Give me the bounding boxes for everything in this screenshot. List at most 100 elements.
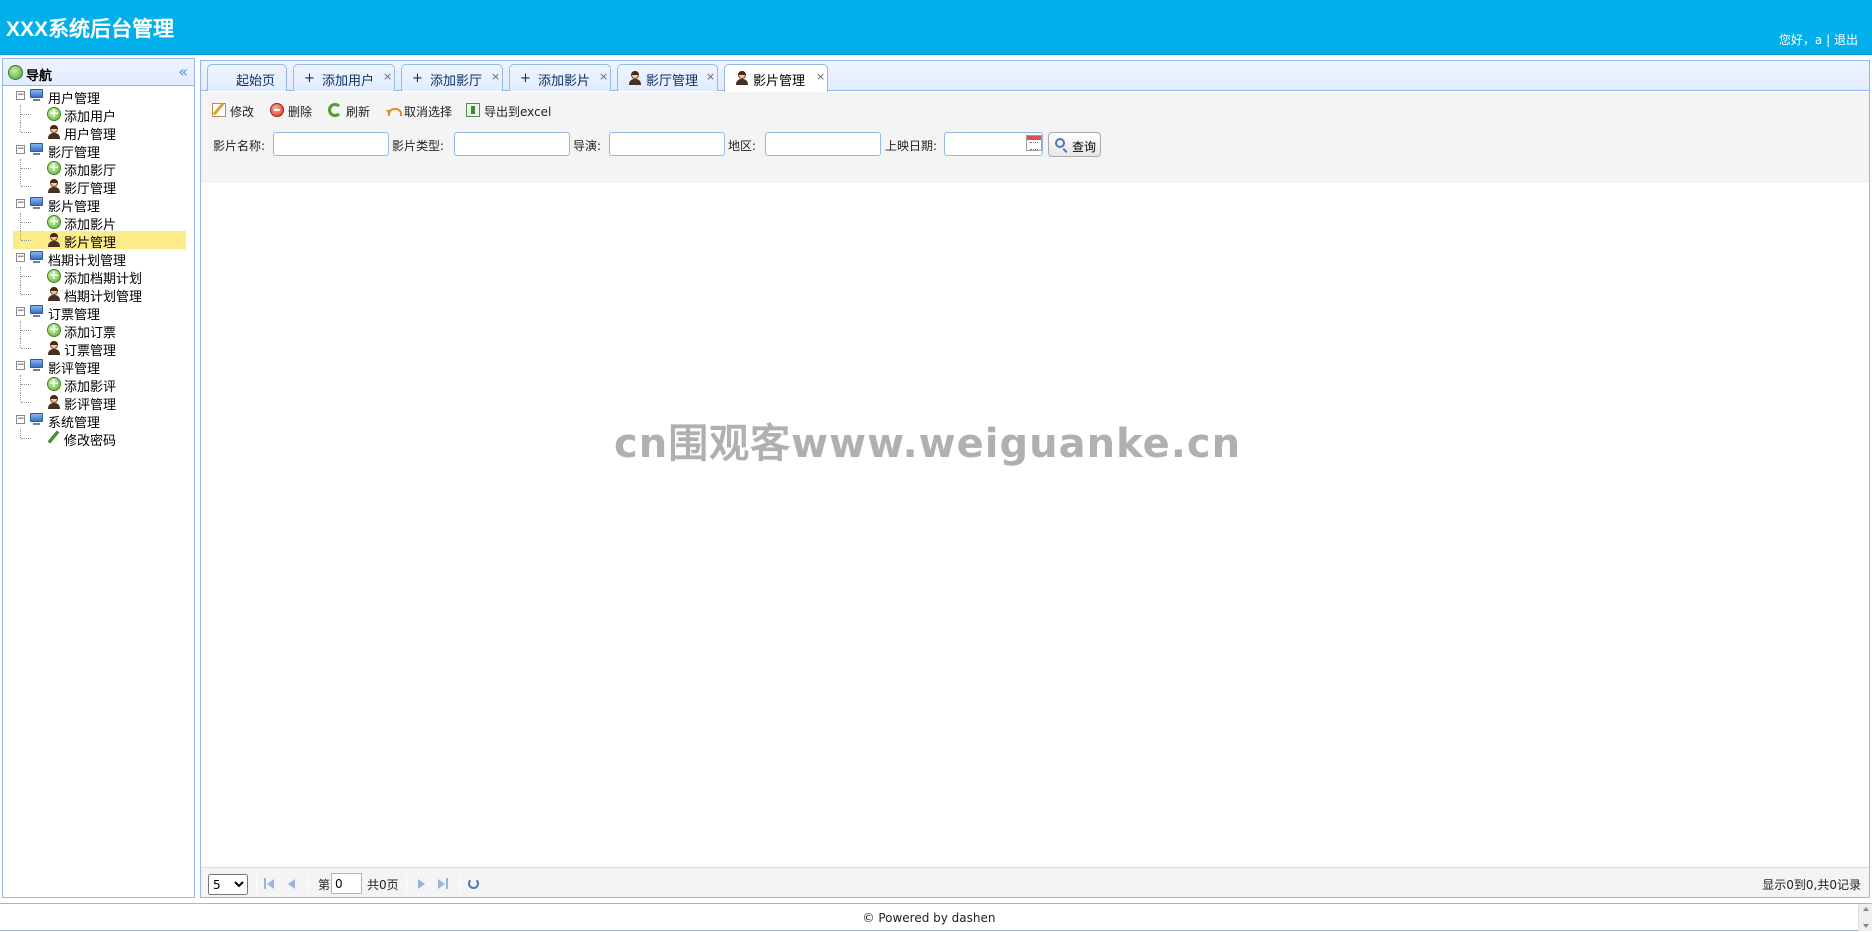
first-page-button[interactable] <box>264 878 274 890</box>
collapse-toggle-icon[interactable]: − <box>16 415 25 424</box>
movie-name-input[interactable] <box>273 132 389 156</box>
refresh-button-label: 刷新 <box>346 105 371 119</box>
user-icon <box>47 125 61 139</box>
scroll-down-icon[interactable] <box>1863 924 1869 928</box>
tree-group[interactable]: − 档期计划管理 <box>3 249 194 269</box>
user-info: 您好，a | 退出 <box>1779 31 1858 48</box>
tree-line <box>21 240 31 241</box>
tree-item[interactable]: 影评管理 <box>3 393 194 413</box>
footer: © Powered by dashen <box>0 903 1872 931</box>
tab-item[interactable]: 影片管理 × <box>724 64 828 92</box>
add-icon: + <box>47 214 61 229</box>
movie-type-input[interactable] <box>454 132 570 156</box>
prev-page-button[interactable] <box>287 878 297 890</box>
logout-link[interactable]: 退出 <box>1834 33 1858 47</box>
scroll-up-icon[interactable] <box>1863 907 1869 911</box>
tree-line <box>20 231 21 240</box>
tab-label: 影厅管理 <box>646 74 699 89</box>
delete-button-label: 删除 <box>288 105 313 119</box>
tab-label: 起始页 <box>236 74 276 89</box>
collapse-toggle-icon[interactable]: − <box>16 253 25 262</box>
tree-group[interactable]: − 影片管理 <box>3 195 194 215</box>
tab-close-icon[interactable]: × <box>706 70 715 83</box>
add-icon: + <box>47 268 61 283</box>
pagination-bar: 5 第 共0页 显示0到0,共0记录 <box>201 867 1869 897</box>
next-page-button[interactable] <box>416 878 426 890</box>
tree-item[interactable]: + 添加影片 <box>3 213 194 233</box>
tree-item[interactable]: 用户管理 <box>3 123 194 143</box>
tree-item[interactable]: 档期计划管理 <box>3 285 194 305</box>
tree-line <box>20 177 21 186</box>
add-icon: + <box>47 160 61 175</box>
tree-group[interactable]: − 影厅管理 <box>3 141 194 161</box>
user-icon <box>47 341 61 355</box>
deselect-button-label: 取消选择 <box>404 105 453 119</box>
tree-line <box>21 438 31 439</box>
tree-item[interactable]: 订票管理 <box>3 339 194 359</box>
tree-line <box>20 339 21 348</box>
tree-line <box>20 429 21 438</box>
tree-item[interactable]: 修改密码 <box>3 429 194 449</box>
collapse-toggle-icon[interactable]: − <box>16 145 25 154</box>
query-button[interactable]: 查询 <box>1048 132 1101 157</box>
folder-icon <box>29 413 44 426</box>
tree-item[interactable]: 影厅管理 <box>3 177 194 197</box>
folder-icon <box>29 305 44 318</box>
folder-icon <box>29 197 44 210</box>
edit-icon <box>212 103 226 117</box>
pager-separator <box>256 875 257 893</box>
tree-line <box>21 294 31 295</box>
tab-bar: 起始页 + 添加用户 × + 添加影厅 × + 添加影片 × 影厅管理 × 影片管理 × <box>201 61 1869 92</box>
tree-item[interactable]: + 添加影评 <box>3 375 194 395</box>
tab-item[interactable]: + 添加影片 × <box>509 64 611 91</box>
tab-close-icon[interactable]: × <box>599 70 608 83</box>
page-number-input[interactable] <box>331 873 362 894</box>
search-icon <box>1055 138 1065 148</box>
tree-item[interactable]: 影片管理 <box>13 231 186 251</box>
tree-item[interactable]: + 添加档期计划 <box>3 267 194 287</box>
collapse-toggle-icon[interactable]: − <box>16 307 25 316</box>
toolbar: 修改 删除 刷新 取消选择 导出到excel 影片名称: 影片类型: 导演: 地… <box>201 92 1869 213</box>
sidebar-header: 导航 « <box>3 59 194 86</box>
add-icon: + <box>47 106 61 121</box>
nav-tree: − 用户管理 + 添加用户 用户管理 − 影厅管理 + 添加影厅 影厅管理 − 影片管理 + 添加影片 影片… <box>3 87 194 449</box>
collapse-toggle-icon[interactable]: − <box>16 199 25 208</box>
tree-item[interactable]: + 添加订票 <box>3 321 194 341</box>
tab-close-icon[interactable]: × <box>491 70 500 83</box>
tree-item[interactable]: + 添加影厅 <box>3 159 194 179</box>
collapse-sidebar-icon[interactable]: « <box>178 62 188 81</box>
tab-item[interactable]: 影厅管理 × <box>617 64 718 91</box>
tree-line <box>21 402 31 403</box>
director-input[interactable] <box>609 132 725 156</box>
undo-icon <box>386 103 402 117</box>
tree-group[interactable]: − 影评管理 <box>3 357 194 377</box>
tree-line <box>21 384 31 385</box>
tree-group[interactable]: − 订票管理 <box>3 303 194 323</box>
last-page-button[interactable] <box>438 878 448 890</box>
tree-group[interactable]: − 用户管理 <box>3 87 194 107</box>
folder-icon <box>29 251 44 264</box>
tab-item[interactable]: + 添加影厅 × <box>401 64 503 91</box>
tree-line <box>21 330 31 331</box>
pencil-icon <box>47 430 61 445</box>
calendar-icon[interactable] <box>1026 135 1042 151</box>
tree-line <box>21 114 31 115</box>
collapse-toggle-icon[interactable]: − <box>16 91 25 100</box>
user-icon <box>47 233 61 247</box>
region-input[interactable] <box>765 132 881 156</box>
movie-type-label: 影片类型: <box>392 139 445 153</box>
tab-label: 添加影片 <box>538 74 591 89</box>
separator: | <box>1826 33 1831 47</box>
app-title: XXX系统后台管理 <box>6 18 175 41</box>
tab-close-icon[interactable]: × <box>816 70 825 83</box>
tab-close-icon[interactable]: × <box>383 70 392 83</box>
tab-item[interactable]: + 添加用户 × <box>293 64 395 91</box>
folder-icon <box>29 143 44 156</box>
tab-item[interactable]: 起始页 <box>207 64 287 91</box>
footer-scrollbar[interactable] <box>1858 904 1872 931</box>
reload-icon[interactable] <box>468 878 479 889</box>
page-size-select[interactable]: 5 <box>208 874 248 895</box>
tree-group[interactable]: − 系统管理 <box>3 411 194 431</box>
tree-item[interactable]: + 添加用户 <box>3 105 194 125</box>
collapse-toggle-icon[interactable]: − <box>16 361 25 370</box>
